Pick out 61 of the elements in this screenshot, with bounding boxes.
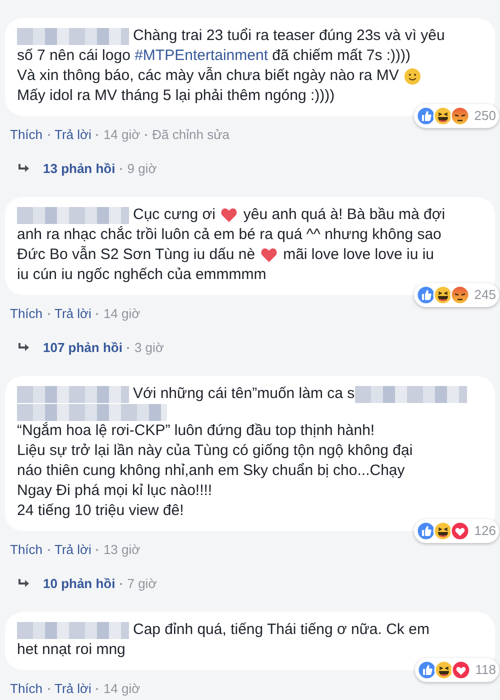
comment-text: Ngay Đi phá mọi kỉ lục nào!!!!	[17, 481, 212, 501]
heart-reaction-icon	[451, 660, 472, 680]
like-reaction-icon	[416, 521, 436, 541]
comment-text: Và xin thông báo, các mày vẫn chưa biết ngày nào ra MV	[17, 66, 399, 86]
like-reaction-icon	[416, 106, 436, 126]
comment-text: Đức Bo vẫn S2 Sơn Tùng iu dấu nè	[17, 245, 256, 265]
heart-emoji-icon	[260, 247, 278, 263]
comment-time: 14 giờ	[103, 306, 140, 321]
comment-time: 13 giờ	[103, 542, 140, 557]
like-link[interactable]: Thích	[10, 306, 43, 321]
like-reaction-icon	[416, 285, 436, 305]
comment-text: anh ra nhạc chắc trồi luôn cả em bé ra quá ^^ nhưng không sao	[17, 225, 442, 245]
angry-reaction-icon	[450, 106, 470, 126]
like-link[interactable]: Thích	[10, 127, 43, 142]
comment-text: “Ngắm hoa lệ rơi-CKP” luôn đứng đầu top thịnh hành!	[17, 421, 375, 441]
hashtag-link[interactable]: #MTPEntertainment	[134, 46, 268, 66]
replies-time: 7 giờ	[127, 576, 157, 591]
angry-reaction-icon	[450, 285, 470, 305]
replies-link[interactable]: 107 phản hồi	[43, 340, 122, 355]
laughing-reaction-icon	[433, 285, 454, 305]
replies-link[interactable]: 13 phản hồi	[43, 161, 116, 176]
edited-label: Đã chỉnh sửa	[152, 127, 230, 142]
comment-text: Với những cái tên”muốn làm ca s	[133, 384, 355, 404]
heart-emoji-icon	[220, 207, 238, 223]
reaction-count: 126	[474, 522, 496, 540]
laughing-reaction-icon	[433, 106, 454, 126]
reply-link[interactable]: Trả lời	[54, 127, 92, 142]
reply-arrow-icon	[18, 578, 30, 588]
heart-reaction-icon	[450, 521, 470, 541]
comment-time: 14 giờ	[103, 681, 140, 696]
comment-text: đã chiếm mất 7s :))))	[271, 46, 411, 66]
comment-text: mãi love love love iu iu	[283, 245, 434, 265]
comment-text: yêu anh quá à! Bà bầu mà đợi	[243, 205, 446, 225]
comment-text: Cục cưng ơi	[133, 205, 216, 225]
comment-text: iu cún iu ngốc nghếch của emmmmm	[17, 265, 266, 285]
comment-text: Chàng trai 23 tuổi ra teaser đúng 23s và vì yêu	[133, 26, 445, 46]
comment-text: Cap đỉnh quá, tiếng Thái tiếng ơ nữa. Ck em	[133, 620, 430, 640]
like-link[interactable]: Thích	[10, 681, 43, 696]
comment-time: 14 giờ	[103, 127, 140, 142]
reply-link[interactable]: Trả lời	[54, 681, 92, 696]
replies-time: 3 giờ	[134, 340, 164, 355]
comment-text: het nnạt roi mng	[17, 640, 126, 660]
reaction-count: 250	[474, 107, 496, 125]
smiley-emoji-icon	[404, 68, 421, 84]
laughing-reaction-icon	[433, 521, 454, 541]
replies-time: 9 giờ	[127, 161, 157, 176]
laughing-reaction-icon	[434, 660, 454, 680]
comment-text: 24 tiếng 10 triệu view đê!	[17, 501, 184, 521]
reaction-count: 245	[474, 286, 496, 304]
reaction-count: 118	[475, 661, 496, 679]
reply-link[interactable]: Trả lời	[54, 542, 92, 557]
like-reaction-icon	[417, 660, 438, 680]
reply-arrow-icon	[18, 342, 30, 352]
replies-link[interactable]: 10 phản hồi	[43, 576, 116, 591]
comment-text: Mấy idol ra MV tháng 5 lại phải thêm ngóng :))))	[17, 86, 335, 106]
comment-text: náo thiên cung không nhỉ,anh em Sky chuẩn bị cho...Chạy	[17, 461, 405, 481]
reply-arrow-icon	[18, 164, 30, 174]
like-link[interactable]: Thích	[10, 542, 43, 557]
comment-text: Liệu sự trở lại lần này của Tùng có giống tộn ngộ không đại	[17, 441, 413, 461]
comment-text: số 7 nên cái logo	[17, 46, 132, 66]
reply-link[interactable]: Trả lời	[54, 306, 92, 321]
